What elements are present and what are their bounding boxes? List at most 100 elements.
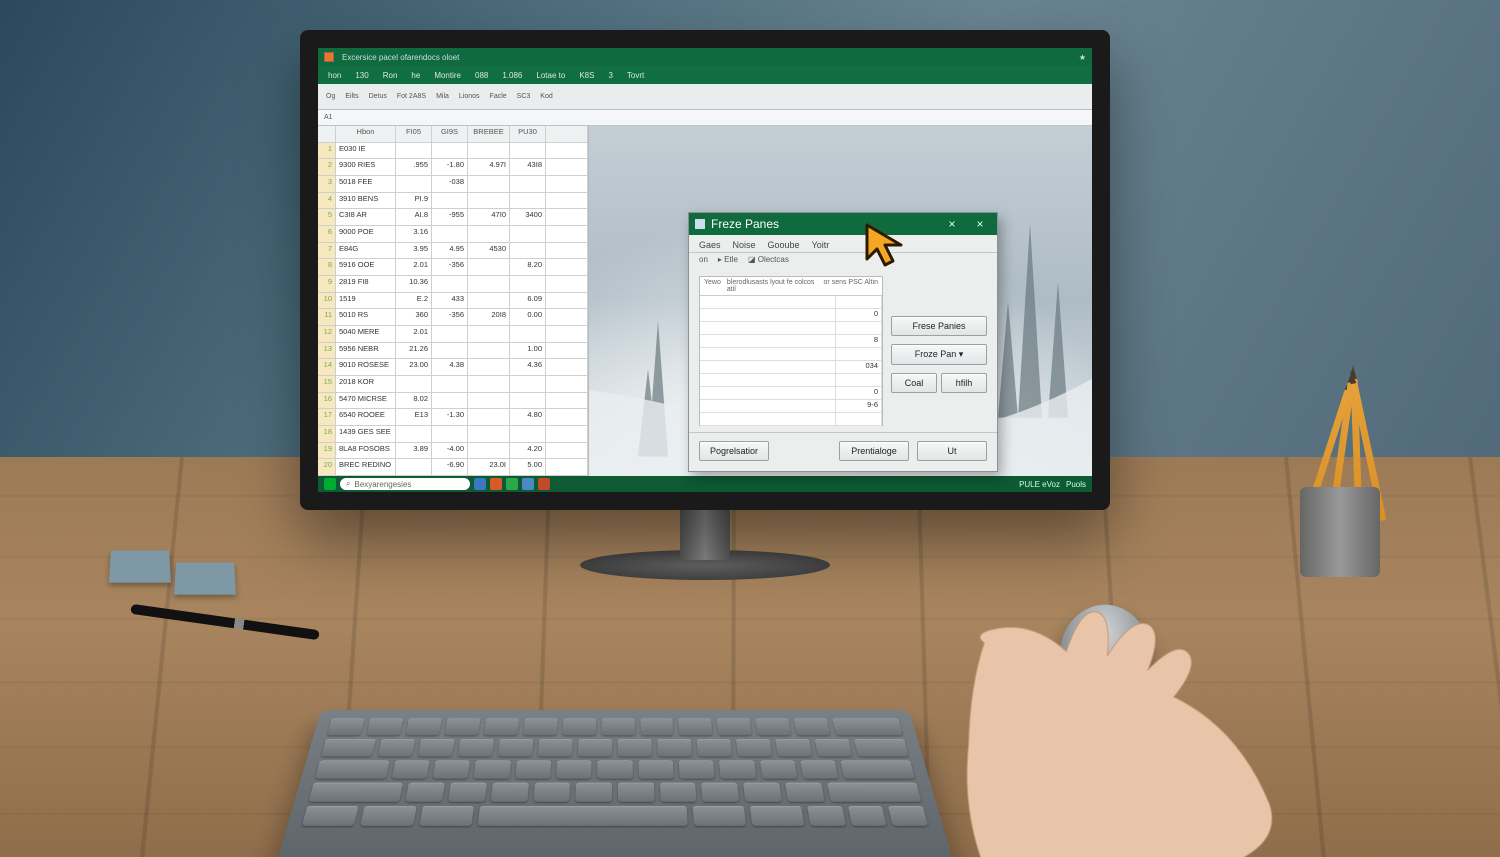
cell[interactable]: 9300 RIES (336, 159, 396, 176)
cell[interactable] (468, 176, 510, 193)
cell[interactable] (432, 426, 468, 443)
dialog-tab[interactable]: Gaes (699, 240, 721, 250)
coal-button[interactable]: Coal (891, 373, 937, 393)
row-header[interactable]: 1 (318, 143, 336, 160)
cell[interactable] (396, 376, 432, 393)
cell[interactable]: 23.00 (396, 359, 432, 376)
cell[interactable]: 1519 (336, 293, 396, 310)
row-header[interactable]: 3 (318, 176, 336, 193)
hfilh-button[interactable]: hfilh (941, 373, 987, 393)
cell[interactable] (396, 143, 432, 160)
cell[interactable] (432, 393, 468, 410)
cell[interactable]: 6540 ROOEE (336, 409, 396, 426)
cell[interactable] (510, 376, 546, 393)
cell[interactable]: 9010 ROSESE (336, 359, 396, 376)
cell[interactable] (546, 259, 588, 276)
cell[interactable]: 2819 FI8 (336, 276, 396, 293)
cell[interactable]: 4530 (468, 243, 510, 260)
cell[interactable] (468, 193, 510, 210)
ribbon-tab[interactable]: Ron (383, 71, 398, 80)
taskbar[interactable]: ⌕ Bexyarengesies PULE eVoz Puols (318, 476, 1092, 492)
row-header[interactable]: 11 (318, 309, 336, 326)
row-header[interactable]: 2 (318, 159, 336, 176)
row-header[interactable]: 13 (318, 343, 336, 360)
cell[interactable]: -1.80 (432, 159, 468, 176)
cell[interactable] (468, 326, 510, 343)
row-header[interactable]: 5 (318, 209, 336, 226)
cell[interactable] (468, 293, 510, 310)
ribbon-item[interactable]: Detus (369, 93, 387, 100)
ribbon-tab[interactable]: 088 (475, 71, 488, 80)
cell[interactable] (432, 343, 468, 360)
cell[interactable]: AI.8 (396, 209, 432, 226)
cell[interactable]: E030 IE (336, 143, 396, 160)
cell[interactable]: 3.89 (396, 443, 432, 460)
dialog-footer-left-button[interactable]: Pogrelsatior (699, 441, 769, 461)
cell[interactable] (546, 159, 588, 176)
cell[interactable]: 2018 KOR (336, 376, 396, 393)
dialog-tab[interactable]: Gooube (768, 240, 800, 250)
cell[interactable] (396, 426, 432, 443)
cell[interactable]: -356 (432, 309, 468, 326)
cell[interactable] (546, 343, 588, 360)
cell[interactable]: E.2 (396, 293, 432, 310)
cell[interactable] (468, 409, 510, 426)
cell[interactable] (510, 143, 546, 160)
cell[interactable]: E13 (396, 409, 432, 426)
cell[interactable]: 0.00 (510, 309, 546, 326)
cell[interactable] (468, 393, 510, 410)
dialog-tab[interactable]: Noise (733, 240, 756, 250)
ribbon-tab[interactable]: hon (328, 71, 341, 80)
cell[interactable] (546, 443, 588, 460)
ribbon-item[interactable]: Fot 2A8S (397, 93, 426, 100)
dialog-titlebar[interactable]: Freze Panes × × (689, 213, 997, 235)
cell[interactable] (468, 259, 510, 276)
cell[interactable]: E84G (336, 243, 396, 260)
cell[interactable] (546, 143, 588, 160)
cell[interactable] (546, 326, 588, 343)
formula-bar[interactable]: A1 (318, 110, 1092, 126)
cell[interactable] (546, 459, 588, 476)
close-icon[interactable]: × (969, 215, 991, 233)
row-header[interactable]: 9 (318, 276, 336, 293)
cell[interactable]: 2.01 (396, 326, 432, 343)
cell[interactable] (510, 193, 546, 210)
cell[interactable]: 23.0I (468, 459, 510, 476)
ribbon-tab[interactable]: he (411, 71, 420, 80)
ribbon-item[interactable]: Facle (490, 93, 507, 100)
cell[interactable] (432, 226, 468, 243)
cell[interactable] (546, 426, 588, 443)
dialog-subtab[interactable]: on (699, 255, 708, 264)
column-header[interactable]: GI9S (432, 126, 468, 143)
cell[interactable]: -6.90 (432, 459, 468, 476)
ribbon-item[interactable]: SC3 (517, 93, 531, 100)
cell[interactable] (396, 176, 432, 193)
start-button[interactable] (324, 478, 336, 490)
ribbon-item[interactable]: Lionos (459, 93, 480, 100)
dialog-subtab[interactable]: ◪ Olectcas (748, 255, 789, 264)
cell[interactable]: 8.20 (510, 259, 546, 276)
ribbon-item[interactable]: Og (326, 93, 335, 100)
cell[interactable]: .955 (396, 159, 432, 176)
cell[interactable] (396, 459, 432, 476)
cell[interactable]: 5916 OOE (336, 259, 396, 276)
name-box[interactable]: A1 (324, 114, 333, 121)
cell[interactable]: -4.00 (432, 443, 468, 460)
column-header[interactable]: PU30 (510, 126, 546, 143)
cell[interactable] (468, 376, 510, 393)
column-header[interactable] (546, 126, 588, 143)
taskbar-app-icon[interactable] (490, 478, 502, 490)
cell[interactable]: 3910 BENS (336, 193, 396, 210)
cell[interactable] (432, 276, 468, 293)
cell[interactable]: 5040 MERE (336, 326, 396, 343)
cell[interactable]: PI.9 (396, 193, 432, 210)
freeze-panes-button[interactable]: Frese Panies (891, 316, 987, 336)
cell[interactable] (510, 226, 546, 243)
dialog-subtab[interactable]: ▸ Etle (718, 255, 738, 264)
ribbon-item[interactable]: Eilts (345, 93, 358, 100)
cell[interactable] (546, 226, 588, 243)
column-header[interactable]: BREBEE (468, 126, 510, 143)
dialog-footer-mid-button[interactable]: Prentialoge (839, 441, 909, 461)
cell[interactable]: 433 (432, 293, 468, 310)
cell[interactable] (546, 176, 588, 193)
